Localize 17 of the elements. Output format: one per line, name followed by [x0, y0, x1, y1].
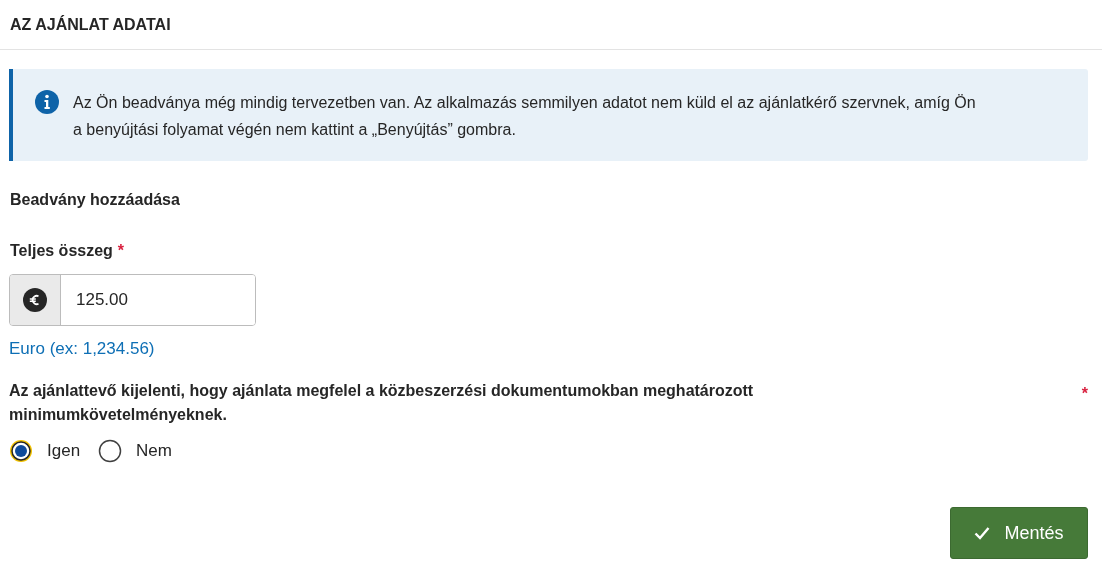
- page-title: AZ AJÁNLAT ADATAI: [10, 15, 171, 34]
- amount-field[interactable]: 125.00: [9, 274, 256, 326]
- save-button[interactable]: Mentés: [950, 507, 1088, 559]
- field-hint: Euro (ex: 1,234.56): [9, 339, 156, 359]
- field-label: Teljes összeg: [10, 242, 113, 260]
- radio-button[interactable]: [9, 439, 33, 463]
- info-icon: [35, 90, 59, 114]
- check-icon: [974, 526, 991, 540]
- question-label: Az ajánlattevő kijelenti, hogy ajánlata megfelel a közbeszerzési dokumentumokban meghatározott minimumkövetelményeknek.: [9, 381, 755, 425]
- section-title: Beadvány hozzáadása: [10, 191, 181, 209]
- radio-label: Igen: [47, 441, 81, 461]
- required-mark: *: [1081, 385, 1088, 404]
- euro-icon: [23, 288, 47, 312]
- radio-button[interactable]: [98, 439, 123, 463]
- info-message: Az Ön beadványa még mindig tervezetben van. Az alkalmazás semmilyen adatot nem küld el az ajánlatkérő szervnek, amíg Ön a benyújtási folyamat végén nem kattint a „Benyújtás” gombra.: [73, 93, 977, 140]
- required-mark: *: [117, 242, 125, 260]
- radio-label: Nem: [136, 441, 172, 461]
